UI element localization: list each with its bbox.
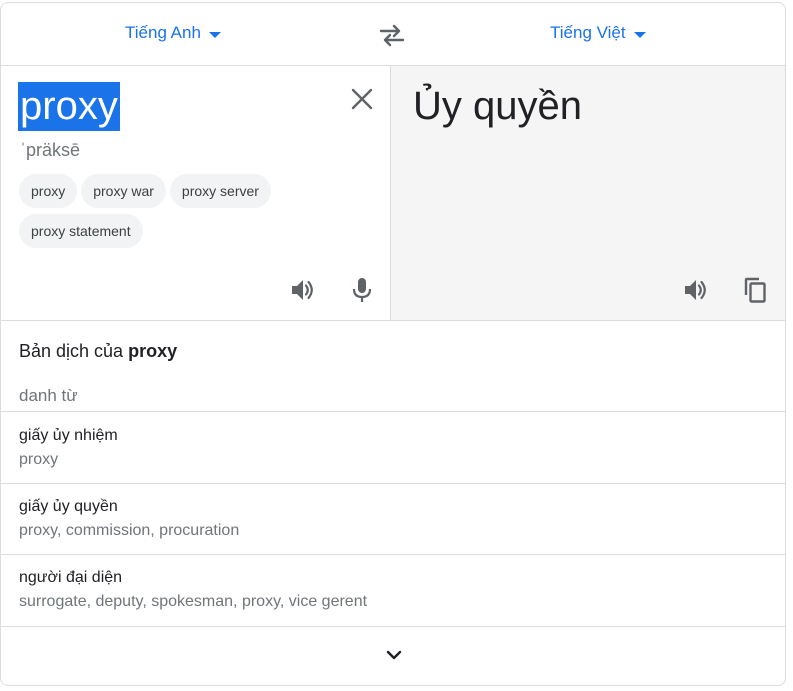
caret-down-icon	[208, 31, 221, 38]
entry-synonyms: proxy, commission, procuration	[19, 522, 240, 539]
part-of-speech-label: danh từ	[19, 386, 78, 405]
dictionary-entry[interactable]: giấy ủy nhiệm proxy	[19, 427, 118, 469]
caret-down-icon	[633, 31, 646, 38]
chevron-down-icon	[386, 650, 402, 660]
dictionary-entry[interactable]: giấy ủy quyền proxy, commission, procura…	[19, 498, 239, 540]
listen-source-button[interactable]	[287, 274, 319, 306]
dictionary-title-prefix: Bản dịch của	[19, 341, 124, 361]
target-language-label: Tiếng Việt	[550, 23, 626, 42]
suggestion-chip[interactable]: proxy	[19, 174, 78, 208]
speaker-icon	[292, 280, 313, 300]
close-icon	[351, 88, 373, 110]
target-panel: Ủy quyền	[391, 66, 785, 320]
target-language-select[interactable]: Tiếng Việt	[550, 23, 646, 43]
copy-translation-button[interactable]	[739, 274, 771, 306]
suggestion-chips: proxy proxy war proxy server proxy statemen…	[19, 174, 359, 254]
entry-synonyms: proxy	[19, 451, 59, 468]
divider	[1, 411, 785, 412]
suggestion-chip[interactable]: proxy war	[81, 174, 166, 208]
clear-source-button[interactable]	[347, 84, 377, 114]
dictionary-entry[interactable]: người đại diện surrogate, deputy, spokes…	[19, 569, 367, 611]
copy-icon	[744, 277, 766, 303]
mic-icon	[352, 278, 372, 302]
entry-word: người đại diện	[19, 569, 123, 586]
entry-word: giấy ủy nhiệm	[19, 427, 118, 444]
divider	[1, 554, 785, 555]
phonetic-text: ˈpräksē	[20, 140, 81, 160]
source-language-select[interactable]: Tiếng Anh	[125, 23, 221, 43]
voice-input-button[interactable]	[346, 274, 378, 306]
suggestion-chip[interactable]: proxy statement	[19, 214, 143, 248]
entry-word: giấy ủy quyền	[19, 498, 118, 515]
swap-arrows-icon	[379, 24, 405, 47]
expand-dictionary-button[interactable]	[379, 643, 409, 667]
translation-text: Ủy quyền	[413, 84, 582, 128]
divider	[1, 483, 785, 484]
source-text-input[interactable]: proxy	[18, 82, 120, 131]
source-language-label: Tiếng Anh	[125, 23, 201, 42]
source-panel: proxy ˈpräksē proxy proxy war proxy server…	[1, 66, 391, 320]
swap-languages-button[interactable]	[377, 21, 407, 49]
language-bar: Tiếng Anh Tiếng Việt	[1, 3, 785, 66]
divider	[1, 320, 785, 321]
dictionary-title-word: proxy	[128, 341, 178, 361]
translate-card: Tiếng Anh Tiếng Việt proxy ˈpräksē proxy…	[0, 2, 786, 686]
divider	[1, 626, 785, 627]
dictionary-title: Bản dịch của proxy	[19, 341, 177, 362]
entry-synonyms: surrogate, deputy, spokesman, proxy, vic…	[19, 593, 368, 610]
listen-translation-button[interactable]	[680, 274, 712, 306]
suggestion-chip[interactable]: proxy server	[169, 174, 271, 208]
speaker-icon	[685, 280, 706, 300]
